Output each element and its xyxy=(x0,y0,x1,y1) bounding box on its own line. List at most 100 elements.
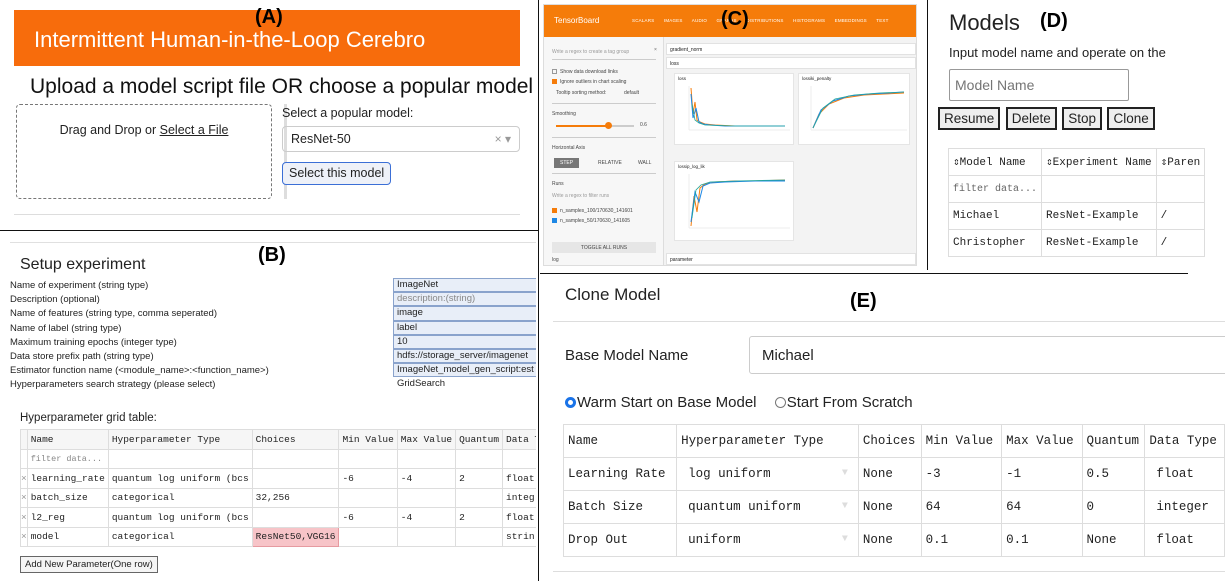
filter-input[interactable]: filter data... xyxy=(947,175,1043,203)
param-min-cell[interactable]: 0.1 xyxy=(920,523,1003,557)
axis-wall-button[interactable]: WALL xyxy=(638,160,651,166)
header-cell[interactable]: Min Value xyxy=(338,429,398,450)
param-quantum-cell[interactable]: 0 xyxy=(1081,490,1146,524)
header-cell[interactable]: Data T xyxy=(502,429,536,450)
header-cell[interactable]: Hyperparameter Type xyxy=(107,429,253,450)
base-model-input[interactable]: Michael xyxy=(749,336,1225,374)
tab-distributions[interactable]: DISTRIBUTIONS xyxy=(746,18,783,23)
option-ignore-outliers[interactable]: Ignore outliers in chart scaling xyxy=(552,79,626,85)
file-drop-zone[interactable]: Drag and Drop or Select a File xyxy=(16,104,272,199)
smoothing-slider-handle[interactable] xyxy=(605,122,612,129)
param-quantum-cell[interactable]: 2 xyxy=(455,468,504,489)
param-min-cell[interactable]: 64 xyxy=(920,490,1003,524)
max-epochs-field[interactable]: 10 xyxy=(393,334,536,349)
tab-scalars[interactable]: SCALARS xyxy=(632,18,654,23)
estimator-function-field[interactable]: ImageNet_model_gen_script:est xyxy=(393,363,536,378)
header-cell[interactable]: ⇕Model Name xyxy=(947,148,1043,176)
resume-button[interactable]: Resume xyxy=(938,107,1001,130)
tab-embeddings[interactable]: EMBEDDINGS xyxy=(835,18,867,23)
param-min-cell[interactable]: -6 xyxy=(338,468,398,489)
header-cell[interactable]: Max Value xyxy=(396,429,457,450)
header-cell[interactable]: Quantum xyxy=(455,429,504,450)
param-dtype-cell[interactable]: float xyxy=(1144,523,1225,557)
param-min-cell[interactable] xyxy=(338,487,398,508)
param-choices-cell[interactable] xyxy=(251,468,340,489)
param-max-cell[interactable] xyxy=(396,487,457,508)
param-choices-cell[interactable]: 32,256 xyxy=(251,487,340,508)
param-dtype-cell[interactable]: integer xyxy=(1144,490,1225,524)
remove-row-icon[interactable]: × xyxy=(20,468,28,489)
param-max-cell[interactable]: -1 xyxy=(1001,457,1083,491)
run-item[interactable]: n_samples_100/170630_141601 xyxy=(552,208,633,214)
tab-histograms[interactable]: HISTOGRAMS xyxy=(793,18,825,23)
param-choices-cell[interactable]: None xyxy=(857,490,922,524)
table-row[interactable]: Christopher ResNet-Example / xyxy=(947,229,1206,257)
description-field[interactable]: description:(string) xyxy=(393,292,536,307)
toggle-all-runs-button[interactable]: TOGGLE ALL RUNS xyxy=(552,242,656,253)
param-name-cell[interactable]: l2_reg xyxy=(26,507,109,528)
param-max-cell[interactable] xyxy=(396,526,457,547)
section-parameter[interactable]: parameter xyxy=(666,253,916,265)
param-dtype-cell[interactable]: float xyxy=(502,468,536,489)
param-type-cell[interactable]: categorical xyxy=(107,487,253,508)
param-min-cell[interactable] xyxy=(338,526,398,547)
param-min-cell[interactable]: -6 xyxy=(338,507,398,528)
param-type-select[interactable]: uniform ▼ xyxy=(676,523,859,557)
tab-audio[interactable]: AUDIO xyxy=(692,18,707,23)
param-min-cell[interactable]: -3 xyxy=(920,457,1003,491)
tag-group-search-input[interactable]: Write a regex to create a tag group xyxy=(552,49,629,55)
param-max-cell[interactable]: 64 xyxy=(1001,490,1083,524)
select-file-link[interactable]: Select a File xyxy=(160,123,229,137)
penalty-chart[interactable] xyxy=(799,84,909,144)
clone-button[interactable]: Clone xyxy=(1107,107,1155,130)
param-type-cell[interactable]: quantum log uniform (bcs xyxy=(107,507,253,528)
param-max-cell[interactable]: 0.1 xyxy=(1001,523,1083,557)
stop-button[interactable]: Stop xyxy=(1062,107,1102,130)
param-type-select[interactable]: quantum uniform ▼ xyxy=(676,490,859,524)
search-strategy-select[interactable]: GridSearch xyxy=(393,377,536,392)
runs-filter-input[interactable]: Write a regex to filter runs xyxy=(552,193,609,199)
param-type-cell[interactable]: categorical xyxy=(107,526,253,547)
param-dtype-cell[interactable]: integ xyxy=(502,487,536,508)
param-max-cell[interactable]: -4 xyxy=(396,468,457,489)
section-loss[interactable]: loss xyxy=(666,57,916,69)
param-name-cell[interactable]: batch_size xyxy=(26,487,109,508)
param-choices-cell[interactable]: None xyxy=(857,523,922,557)
header-cell[interactable]: ⇕Experiment Name xyxy=(1041,148,1157,176)
table-row[interactable]: Michael ResNet-Example / xyxy=(947,202,1206,230)
param-dtype-cell[interactable]: float xyxy=(502,507,536,528)
run-item[interactable]: n_samples_50/170630_141605 xyxy=(552,218,630,224)
param-choices-cell[interactable]: ResNet50,VGG16 xyxy=(251,526,340,547)
header-cell[interactable]: ⇕Paren xyxy=(1155,148,1206,176)
param-name-cell[interactable]: learning_rate xyxy=(26,468,109,489)
param-quantum-cell[interactable] xyxy=(455,526,504,547)
axis-relative-button[interactable]: RELATIVE xyxy=(598,160,622,166)
param-quantum-cell[interactable]: 0.5 xyxy=(1081,457,1146,491)
loss-chart[interactable] xyxy=(675,84,793,144)
filter-input[interactable]: filter data... xyxy=(26,448,109,469)
select-model-button[interactable]: Select this model xyxy=(282,162,392,185)
param-quantum-cell[interactable]: 2 xyxy=(455,507,504,528)
axis-step-button[interactable]: STEP xyxy=(554,158,580,168)
scratch-radio[interactable]: Start From Scratch xyxy=(774,394,913,411)
param-dtype-cell[interactable]: float xyxy=(1144,457,1225,491)
add-parameter-button[interactable]: Add New Parameter(One row) xyxy=(20,556,158,573)
param-quantum-cell[interactable]: None xyxy=(1081,523,1146,557)
param-dtype-cell[interactable]: strin xyxy=(502,526,536,547)
param-max-cell[interactable]: -4 xyxy=(396,507,457,528)
param-quantum-cell[interactable] xyxy=(455,487,504,508)
tab-images[interactable]: IMAGES xyxy=(664,18,683,23)
popular-model-select[interactable]: ResNet-50 × ▾ xyxy=(282,126,520,152)
param-choices-cell[interactable]: None xyxy=(857,457,922,491)
param-type-select[interactable]: log uniform ▼ xyxy=(676,457,859,491)
remove-row-icon[interactable]: × xyxy=(20,526,28,547)
features-field[interactable]: image xyxy=(393,306,536,321)
param-name-cell[interactable]: model xyxy=(26,526,109,547)
close-icon[interactable]: × xyxy=(654,47,657,53)
log-lik-chart[interactable] xyxy=(675,172,793,240)
header-cell[interactable]: Name xyxy=(26,429,109,450)
tab-text[interactable]: TEXT xyxy=(876,18,888,23)
remove-row-icon[interactable]: × xyxy=(20,487,28,508)
smoothing-value[interactable]: 0.6 xyxy=(640,122,647,128)
header-cell[interactable]: Choices xyxy=(251,429,340,450)
